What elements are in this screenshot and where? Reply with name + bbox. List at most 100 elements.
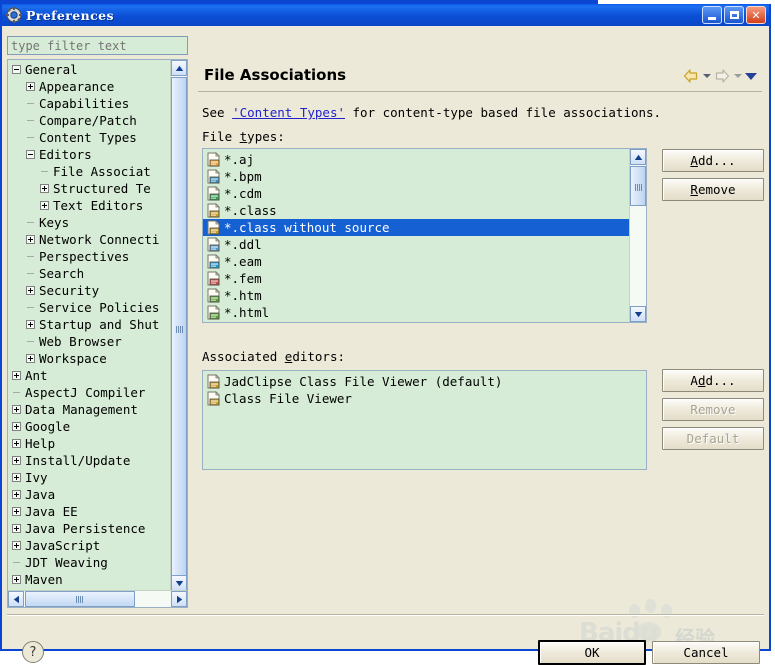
expand-plus-icon[interactable] — [12, 371, 21, 380]
filter-input[interactable] — [7, 36, 188, 55]
sidebar-item-keys[interactable]: Keys — [8, 214, 171, 231]
associated-editor-row[interactable]: JadClipse Class File Viewer (default) — [203, 373, 646, 390]
view-menu-chevron-icon[interactable] — [744, 70, 758, 82]
page-title: File Associations — [204, 66, 347, 84]
sidebar-item-general[interactable]: General — [8, 61, 171, 78]
sidebar-item-editors[interactable]: Editors — [8, 146, 171, 163]
tree-hscroll-thumb[interactable] — [25, 591, 135, 607]
sidebar-item-search[interactable]: Search — [8, 265, 171, 282]
tree-scroll-left-button[interactable] — [8, 591, 24, 607]
sidebar-item-label: Network Connecti — [39, 232, 160, 247]
file-type-row[interactable]: *.class — [203, 202, 629, 219]
sidebar-item-javascript[interactable]: JavaScript — [8, 537, 171, 554]
sidebar-item-text-editors[interactable]: Text Editors — [8, 197, 171, 214]
back-history-dropdown-icon[interactable] — [702, 70, 711, 82]
sidebar-item-label: Text Editors — [53, 198, 144, 213]
tree-scroll-up-button[interactable] — [171, 60, 187, 76]
maximize-button[interactable] — [724, 6, 744, 24]
sidebar-item-capabilities[interactable]: Capabilities — [8, 95, 171, 112]
file-type-row[interactable]: *.class without source — [203, 219, 629, 236]
content-types-link[interactable]: 'Content Types' — [232, 105, 345, 120]
help-question-icon[interactable]: ? — [22, 641, 44, 663]
expand-plus-icon[interactable] — [26, 82, 35, 91]
minimize-button[interactable] — [702, 6, 722, 24]
expand-plus-icon[interactable] — [26, 354, 35, 363]
file-types-list[interactable]: *.aj *.bpm *.cdm *.class *.class without sou… — [202, 148, 647, 323]
file-types-scroll-up-button[interactable] — [630, 149, 646, 165]
sidebar-item-java-ee[interactable]: Java EE — [8, 503, 171, 520]
close-button[interactable]: ✕ — [746, 6, 766, 24]
file-types-add-button[interactable]: Add... — [662, 149, 764, 172]
sidebar-item-content-types[interactable]: Content Types — [8, 129, 171, 146]
tree-vertical-scrollbar[interactable] — [170, 60, 187, 591]
file-type-row[interactable]: *.cdm — [203, 185, 629, 202]
expand-plus-icon[interactable] — [12, 507, 21, 516]
file-type-row[interactable]: *.htm — [203, 287, 629, 304]
file-types-vertical-scrollbar[interactable] — [629, 149, 646, 322]
collapse-minus-icon[interactable] — [12, 65, 21, 74]
sidebar-item-install-update[interactable]: Install/Update — [8, 452, 171, 469]
file-type-row[interactable]: *.aj — [203, 151, 629, 168]
file-type-label: *.ddl — [224, 237, 262, 252]
expand-plus-icon[interactable] — [12, 490, 21, 499]
expand-plus-icon[interactable] — [12, 473, 21, 482]
sidebar-item-startup-and-shut[interactable]: Startup and Shut — [8, 316, 171, 333]
sidebar-item-service-policies[interactable]: Service Policies — [8, 299, 171, 316]
btn-pre: A — [690, 373, 698, 388]
associated-editor-row[interactable]: Class File Viewer — [203, 390, 646, 407]
preference-page: File Associations See 'Content Types' fo… — [194, 36, 766, 608]
tree-scroll-thumb[interactable] — [171, 77, 187, 577]
expand-plus-icon[interactable] — [26, 235, 35, 244]
sidebar-item-appearance[interactable]: Appearance — [8, 78, 171, 95]
sidebar-item-structured-te[interactable]: Structured Te — [8, 180, 171, 197]
file-types-remove-button[interactable]: Remove — [662, 178, 764, 201]
collapse-minus-icon[interactable] — [26, 150, 35, 159]
sidebar-item-web-browser[interactable]: Web Browser — [8, 333, 171, 350]
sidebar-item-compare-patch[interactable]: Compare/Patch — [8, 112, 171, 129]
expand-plus-icon[interactable] — [40, 184, 49, 193]
associated-editors-list[interactable]: JadClipse Class File Viewer (default) Cla… — [202, 370, 647, 470]
sidebar-item-label: Help — [25, 436, 56, 451]
expand-plus-icon[interactable] — [12, 439, 21, 448]
back-navigation-arrow[interactable] — [682, 68, 700, 84]
expand-plus-icon[interactable] — [12, 524, 21, 533]
sidebar-item-ant[interactable]: Ant — [8, 367, 171, 384]
expand-plus-icon[interactable] — [12, 456, 21, 465]
sidebar-item-label: Ant — [25, 368, 48, 383]
sidebar-item-workspace[interactable]: Workspace — [8, 350, 171, 367]
sidebar-item-maven[interactable]: Maven — [8, 571, 171, 588]
sidebar-item-java[interactable]: Java — [8, 486, 171, 503]
tree-scroll-right-button[interactable] — [171, 591, 187, 607]
sidebar-item-network-connecti[interactable]: Network Connecti — [8, 231, 171, 248]
file-type-row[interactable]: *.bpm — [203, 168, 629, 185]
file-types-scroll-down-button[interactable] — [630, 306, 646, 322]
sidebar-item-perspectives[interactable]: Perspectives — [8, 248, 171, 265]
sidebar-item-data-management[interactable]: Data Management — [8, 401, 171, 418]
file-type-row[interactable]: *.ddl — [203, 236, 629, 253]
expand-plus-icon[interactable] — [40, 201, 49, 210]
tree-scroll-down-button[interactable] — [171, 575, 187, 591]
expand-plus-icon[interactable] — [26, 286, 35, 295]
sidebar-item-java-persistence[interactable]: Java Persistence — [8, 520, 171, 537]
expand-plus-icon[interactable] — [12, 575, 21, 584]
sidebar-item-file-associat[interactable]: File Associat — [8, 163, 171, 180]
expand-plus-icon[interactable] — [12, 405, 21, 414]
expand-plus-icon[interactable] — [26, 320, 35, 329]
sidebar-item-google[interactable]: Google — [8, 418, 171, 435]
cancel-button[interactable]: Cancel — [652, 641, 760, 664]
editors-add-button[interactable]: Ad d... — [662, 369, 764, 392]
tree-horizontal-scrollbar[interactable] — [8, 590, 187, 607]
sidebar-item-jdt-weaving[interactable]: JDT Weaving — [8, 554, 171, 571]
sidebar-item-security[interactable]: Security — [8, 282, 171, 299]
file-types-scroll-thumb[interactable] — [630, 166, 646, 206]
sidebar-item-help[interactable]: Help — [8, 435, 171, 452]
expand-plus-icon[interactable] — [12, 541, 21, 550]
file-type-row[interactable]: *.fem — [203, 270, 629, 287]
ok-button[interactable]: OK — [538, 640, 646, 665]
expand-plus-icon[interactable] — [12, 422, 21, 431]
sidebar-item-aspectj-compiler[interactable]: AspectJ Compiler — [8, 384, 171, 401]
sidebar-item-ivy[interactable]: Ivy — [8, 469, 171, 486]
file-type-row[interactable]: *.eam — [203, 253, 629, 270]
sidebar-item-label: Keys — [39, 215, 70, 230]
file-type-row[interactable]: *.html — [203, 304, 629, 321]
